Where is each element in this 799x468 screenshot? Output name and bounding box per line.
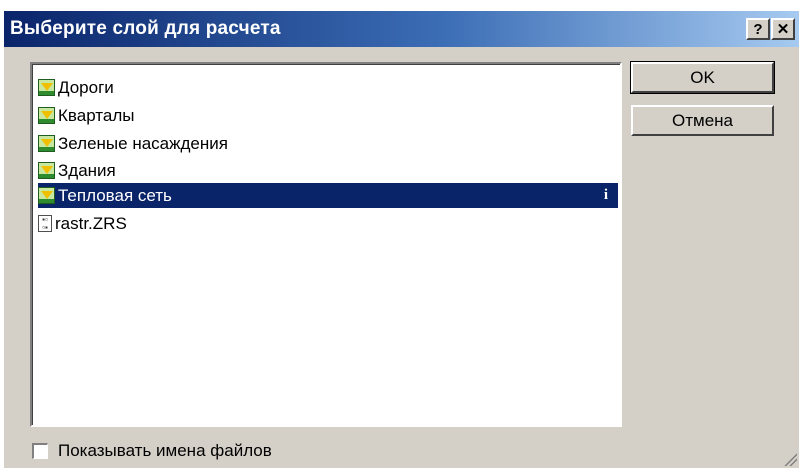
list-item-label: rastr.ZRS (55, 213, 127, 233)
dialog-title: Выберите слой для расчета (10, 18, 281, 39)
resize-grip-icon[interactable] (783, 452, 797, 466)
layer-icon (38, 107, 55, 124)
raster-file-icon: ▪▫ ▫▪ (38, 215, 52, 232)
list-item-raster-file[interactable]: ▪▫ ▫▪ rastr.ZRS (38, 211, 618, 236)
list-item-label: Кварталы (58, 105, 135, 125)
list-item-label: Зеленые насаждения (58, 133, 228, 153)
title-bar[interactable]: Выберите слой для расчета ? ✕ (4, 11, 799, 47)
help-button[interactable]: ? (746, 18, 770, 40)
layer-list[interactable]: Дороги Кварталы Зеленые насаждения Здани… (30, 62, 622, 427)
list-item-label: Дороги (58, 77, 114, 97)
list-item-heat-network[interactable]: Тепловая сеть i (38, 183, 618, 208)
list-item-buildings[interactable]: Здания (38, 158, 618, 183)
layer-icon (38, 187, 55, 204)
list-item-roads[interactable]: Дороги (38, 75, 618, 100)
ok-button[interactable]: OK (630, 61, 775, 94)
info-icon[interactable]: i (598, 187, 614, 204)
cancel-button[interactable]: Отмена (631, 105, 774, 136)
list-item-green-areas[interactable]: Зеленые насаждения (38, 131, 618, 156)
close-button[interactable]: ✕ (771, 18, 795, 40)
layer-icon (38, 162, 55, 179)
layer-select-dialog: Выберите слой для расчета ? ✕ Дороги Ква… (3, 10, 799, 468)
layer-icon (38, 79, 55, 96)
show-filenames-checkbox[interactable] (32, 443, 48, 459)
layer-icon (38, 135, 55, 152)
list-item-blocks[interactable]: Кварталы (38, 103, 618, 128)
show-filenames-option[interactable]: Показывать имена файлов (32, 441, 272, 461)
list-item-label: Здания (58, 160, 116, 180)
list-item-label: Тепловая сеть (58, 185, 172, 205)
show-filenames-label[interactable]: Показывать имена файлов (58, 441, 272, 461)
